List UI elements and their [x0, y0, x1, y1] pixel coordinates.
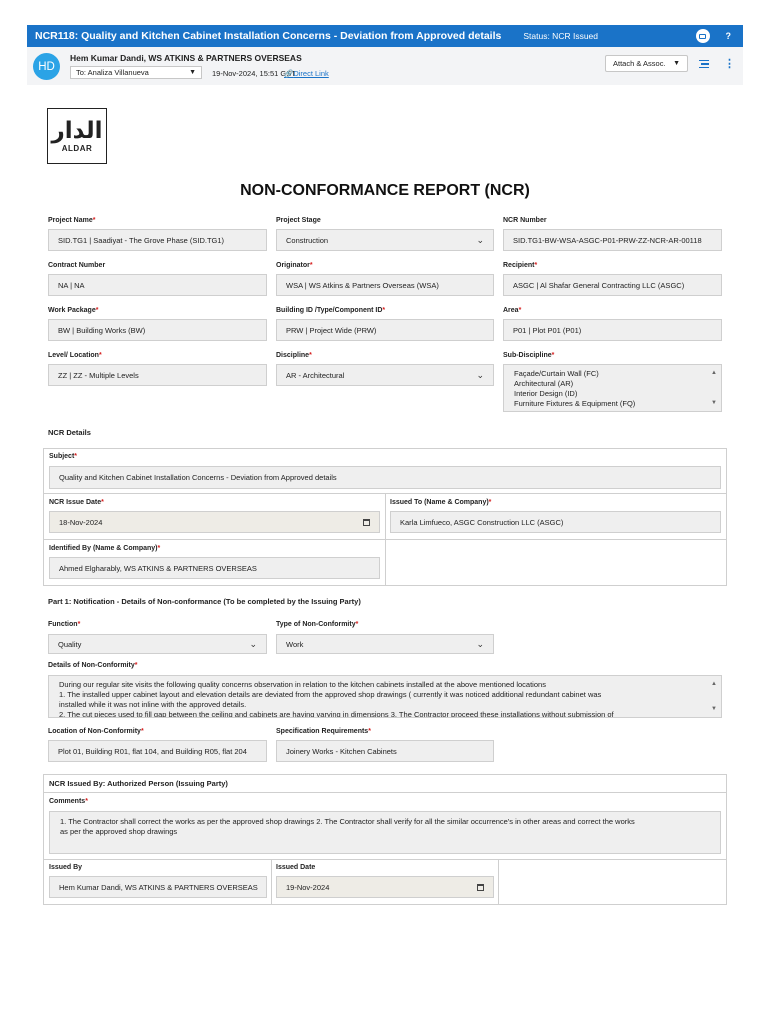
ncr-number-label: NCR Number: [503, 217, 547, 224]
building-id-label: Building ID /Type/Component ID*: [276, 307, 386, 314]
contract-number-label: Contract Number: [48, 262, 106, 269]
divider: [43, 792, 727, 793]
status-badge: Status: NCR Issued: [523, 31, 598, 41]
calendar-icon[interactable]: [363, 518, 370, 526]
link-icon: 🔗: [284, 69, 294, 78]
attach-associate-button[interactable]: Attach & Assoc. ▼: [605, 55, 688, 72]
level-location-field[interactable]: ZZ | ZZ - Multiple Levels: [48, 364, 267, 386]
divider: [385, 493, 386, 586]
subject-label: Subject*: [49, 453, 78, 460]
attach-label: Attach & Assoc.: [613, 59, 666, 68]
location-label: Location of Non-Conformity*: [48, 728, 144, 735]
spec-label: Specification Requirements*: [276, 728, 371, 735]
ncr-issue-date-label: NCR Issue Date*: [49, 499, 104, 506]
recipient-label: To: Analiza Villanueva: [76, 68, 149, 77]
avatar: HD: [33, 53, 60, 80]
logo-word: ALDAR: [61, 144, 93, 153]
aldar-logo: الدار ALDAR: [47, 108, 107, 164]
comments-textarea[interactable]: 1. The Contractor shall correct the work…: [49, 811, 721, 854]
caret-down-icon: ▼: [673, 60, 680, 67]
issued-date-field[interactable]: 19-Nov-2024: [276, 876, 494, 898]
divider: [271, 859, 272, 905]
sub-discipline-label: Sub-Discipline*: [503, 352, 555, 359]
project-name-label: Project Name*: [48, 217, 96, 224]
area-field[interactable]: P01 | Plot P01 (P01): [503, 319, 722, 341]
area-label: Area*: [503, 307, 522, 314]
work-package-field[interactable]: BW | Building Works (BW): [48, 319, 267, 341]
divider: [43, 859, 727, 860]
function-label: Function*: [48, 621, 81, 628]
contract-number-field[interactable]: NA | NA: [48, 274, 267, 296]
recipient-field[interactable]: ASGC | Al Shafar General Contracting LLC…: [503, 274, 722, 296]
details-line: 1. The installed upper cabinet layout an…: [59, 690, 602, 699]
logo-glyph: الدار: [51, 118, 103, 144]
issued-to-field[interactable]: Karla Limfueco, ASGC Construction LLC (A…: [390, 511, 721, 533]
ncr-title: NCR118: Quality and Kitchen Cabinet Inst…: [35, 30, 502, 42]
caret-down-icon: ▼: [189, 69, 196, 76]
details-line: During our regular site visits the follo…: [59, 680, 546, 689]
list-item[interactable]: Interior Design (ID): [514, 389, 701, 399]
details-line: 2. The cut pieces used to fill gap betwe…: [59, 710, 614, 718]
scroll-up-icon[interactable]: ▲: [711, 679, 717, 689]
issued-to-label: Issued To (Name & Company)*: [390, 499, 492, 506]
scroll-down-icon[interactable]: ▼: [711, 398, 717, 408]
sub-discipline-list[interactable]: Façade/Curtain Wall (FC) Architectural (…: [503, 364, 722, 412]
comments-line: 1. The Contractor shall correct the work…: [60, 817, 635, 826]
message-header: HD Hem Kumar Dandi, WS ATKINS & PARTNERS…: [27, 47, 743, 85]
ncr-issue-date-field[interactable]: 18-Nov-2024: [49, 511, 380, 533]
list-item[interactable]: Architectural (AR): [514, 379, 701, 389]
identified-by-label: Identified By (Name & Company)*: [49, 545, 161, 552]
list-item[interactable]: Façade/Curtain Wall (FC): [514, 369, 701, 379]
divider: [498, 859, 499, 905]
list-item[interactable]: Furniture Fixtures & Equipment (FQ): [514, 399, 701, 409]
comments-label: Comments*: [49, 798, 88, 805]
building-id-field[interactable]: PRW | Project Wide (PRW): [276, 319, 494, 341]
type-select[interactable]: Work ⌄: [276, 634, 494, 654]
ncr-number-field[interactable]: SID.TG1-BW-WSA-ASGC-P01-PRW-ZZ-NCR-AR-00…: [503, 229, 722, 251]
video-call-icon[interactable]: [695, 29, 710, 43]
spec-field[interactable]: Joinery Works - Kitchen Cabinets: [276, 740, 494, 762]
help-button[interactable]: ?: [726, 31, 732, 41]
discipline-select[interactable]: AR - Architectural ⌄: [276, 364, 494, 386]
sender-name: Hem Kumar Dandi, WS ATKINS & PARTNERS OV…: [70, 53, 302, 63]
function-select[interactable]: Quality ⌄: [48, 634, 267, 654]
chevron-down-icon: ⌄: [476, 234, 484, 245]
ncr-details-heading: NCR Details: [48, 428, 91, 437]
recipient-dropdown[interactable]: To: Analiza Villanueva ▼: [70, 66, 202, 79]
work-package-label: Work Package*: [48, 307, 99, 314]
originator-label: Originator*: [276, 262, 313, 269]
recipient-label: Recipient*: [503, 262, 538, 269]
scroll-up-icon[interactable]: ▲: [711, 368, 717, 378]
location-field[interactable]: Plot 01, Building R01, flat 104, and Bui…: [48, 740, 267, 762]
chevron-down-icon: ⌄: [476, 638, 484, 649]
project-name-field[interactable]: SID.TG1 | Saadiyat - The Grove Phase (SI…: [48, 229, 267, 251]
subject-field[interactable]: Quality and Kitchen Cabinet Installation…: [49, 466, 721, 489]
project-stage-select[interactable]: Construction ⌄: [276, 229, 494, 251]
ncr-title-bar: NCR118: Quality and Kitchen Cabinet Inst…: [27, 25, 743, 47]
level-location-label: Level/ Location*: [48, 352, 102, 359]
scroll-down-icon[interactable]: ▼: [711, 704, 717, 714]
issued-date-label: Issued Date: [276, 864, 316, 871]
issued-by-label: Issued By: [49, 864, 83, 871]
comments-line: as per the approved shop drawings: [60, 827, 178, 836]
details-label: Details of Non-Conformity*: [48, 662, 138, 669]
part1-heading: Part 1: Notification - Details of Non-co…: [48, 597, 361, 606]
type-label: Type of Non-Conformity*: [276, 621, 359, 628]
details-line: installed while it was not inline with t…: [59, 700, 247, 709]
list-view-icon[interactable]: [699, 60, 709, 69]
identified-by-field[interactable]: Ahmed Elgharably, WS ATKINS & PARTNERS O…: [49, 557, 380, 579]
originator-field[interactable]: WSA | WS Atkins & Partners Overseas (WSA…: [276, 274, 494, 296]
document-title: NON-CONFORMANCE REPORT (NCR): [240, 182, 530, 199]
issued-by-field[interactable]: Hem Kumar Dandi, WS ATKINS & PARTNERS OV…: [49, 876, 267, 898]
project-stage-label: Project Stage: [276, 217, 321, 224]
calendar-icon[interactable]: [477, 883, 484, 891]
details-textarea[interactable]: During our regular site visits the follo…: [48, 675, 722, 718]
more-options-icon[interactable]: ⋮: [724, 57, 735, 70]
chevron-down-icon: ⌄: [249, 638, 257, 649]
issued-by-heading: NCR Issued By: Authorized Person (Issuin…: [49, 779, 228, 788]
direct-link[interactable]: 🔗Direct Link: [284, 69, 329, 78]
chevron-down-icon: ⌄: [476, 369, 484, 380]
direct-link-label: Direct Link: [293, 69, 329, 78]
discipline-label: Discipline*: [276, 352, 312, 359]
